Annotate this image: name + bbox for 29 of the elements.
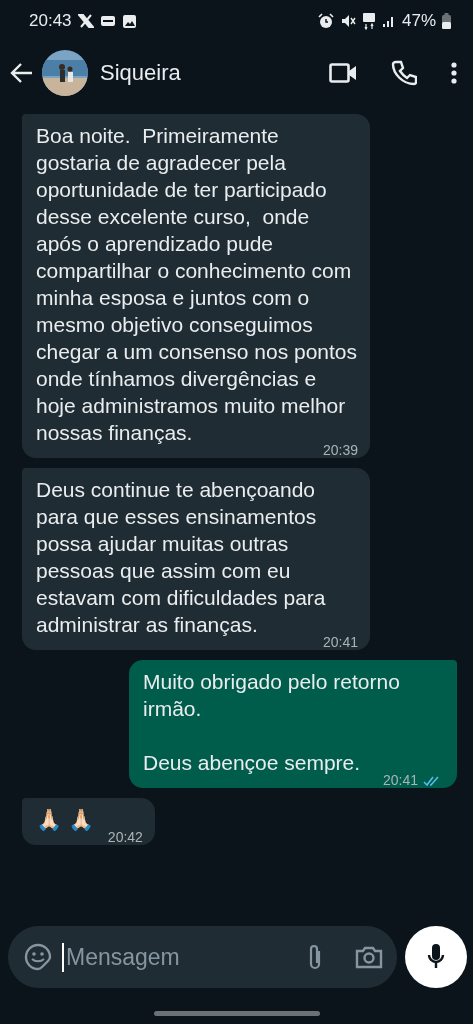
message-time: 20:39	[322, 441, 358, 460]
alarm-icon	[317, 13, 334, 29]
message-time: 20:42	[107, 828, 143, 847]
sticker-icon[interactable]	[24, 943, 52, 971]
contact-name[interactable]: Siqueira	[100, 60, 321, 86]
message-text: 🙏🏻 🙏🏻	[36, 808, 94, 831]
message-input[interactable]: Mensagem	[62, 942, 297, 972]
image-icon	[121, 13, 137, 29]
message-text: Boa noite. Primeiramente gostaria de agradecer pela oportunidade de ter participado desse excelente curso, onde após o aprendizado pude compartilhar o conhecimento com minha esposa e juntos com o mesmo objetivo conseguimos chegar a um consenso nos pontos onde tínhamos divergências e hoje administramos muito melhor nossas finanças.	[36, 124, 359, 444]
message-time: 20:41	[382, 771, 418, 790]
message-text: Muito obrigado pelo retorno irmão. Deus abençoe sempre.	[143, 670, 401, 774]
wallet-icon	[99, 14, 116, 28]
video-camera-icon[interactable]	[329, 63, 357, 83]
battery-percent: 47%	[401, 11, 436, 31]
status-time: 20:43	[29, 11, 72, 31]
message-time: 20:41	[322, 633, 358, 652]
more-options-icon[interactable]	[451, 62, 457, 84]
camera-icon[interactable]	[355, 945, 383, 969]
signal-icon	[381, 14, 396, 28]
phone-icon[interactable]	[391, 60, 417, 86]
mute-icon	[339, 13, 356, 29]
x-logo-icon	[77, 14, 94, 28]
back-arrow-icon[interactable]	[10, 62, 34, 84]
paperclip-icon[interactable]	[307, 943, 323, 971]
message-field[interactable]: Mensagem	[8, 926, 397, 988]
battery-icon	[442, 13, 451, 29]
network-icon	[361, 12, 376, 30]
microphone-icon	[427, 943, 445, 971]
message-text: Deus continue te abençoando para que esses ensinamentos possa ajudar muitas outras pessoas que assim com eu estavam com dificuldades para administrar as finanças.	[36, 478, 327, 636]
